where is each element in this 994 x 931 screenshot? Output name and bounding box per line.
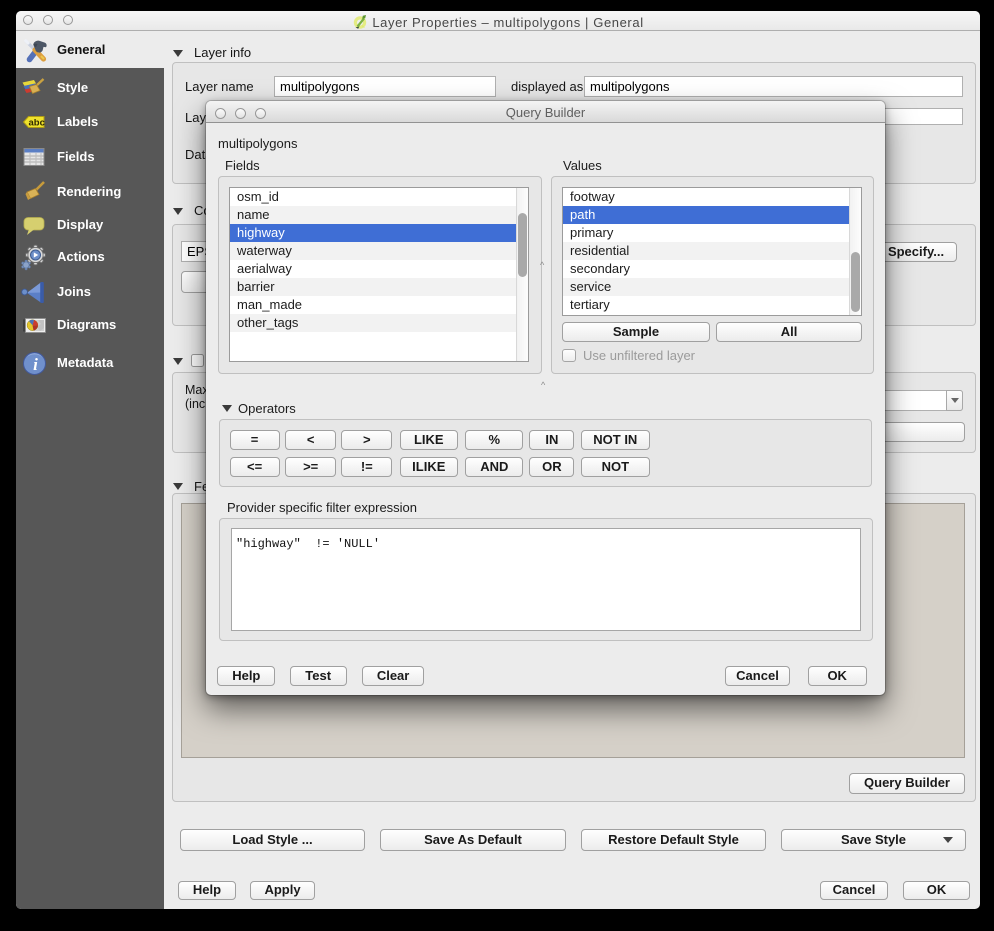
- svg-text:abc: abc: [29, 117, 45, 128]
- svg-text:i: i: [33, 355, 38, 374]
